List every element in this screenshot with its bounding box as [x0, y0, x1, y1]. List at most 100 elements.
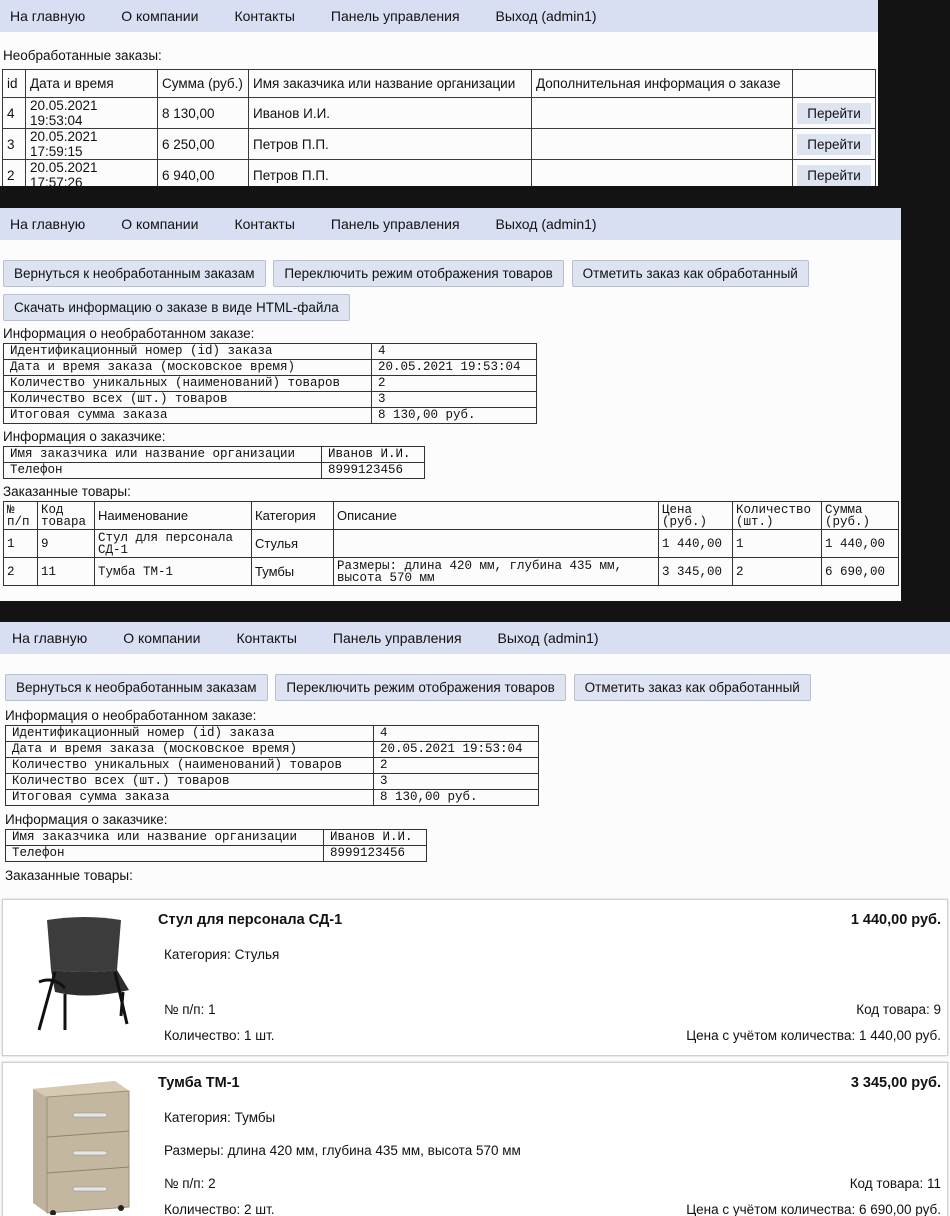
info-key: Дата и время заказа (московское время) — [5, 741, 374, 758]
col-price: Цена (руб.) — [658, 501, 733, 530]
table-row: Количество всех (шт.) товаров 3 — [5, 773, 539, 790]
col-qty: Количество (шт.) — [732, 501, 822, 530]
order-datetime: 20.05.2021 17:57:26 — [25, 159, 158, 186]
customer-info-table: Имя заказчика или название организации Ив… — [5, 829, 427, 862]
download-html-button[interactable]: Скачать информацию о заказе в виде HTML-… — [3, 294, 350, 321]
item-name: Стул для персонала СД-1 — [94, 529, 252, 558]
product-price: 3 345,00 руб. — [850, 1075, 941, 1091]
go-button[interactable]: Перейти — [797, 164, 871, 186]
table-row: Итоговая сумма заказа 8 130,00 руб. — [5, 789, 539, 806]
nav-control-panel[interactable]: Панель управления — [315, 630, 480, 646]
order-customer: Иванов И.И. — [248, 97, 532, 129]
order-info-table: Идентификационный номер (id) заказа 4 Дат… — [3, 343, 537, 424]
info-value: 4 — [373, 725, 539, 742]
order-detail-table-window: На главную О компании Контакты Панель уп… — [0, 208, 901, 601]
go-button[interactable]: Перейти — [797, 102, 871, 124]
drawer-cabinet-photo — [33, 1081, 130, 1215]
mark-processed-button[interactable]: Отметить заказ как обработанный — [571, 260, 809, 287]
back-to-orders-button[interactable]: Вернуться к необработанным заказам — [5, 674, 268, 701]
col-category: Категория — [251, 501, 334, 530]
order-info-table: Идентификационный номер (id) заказа 4 Дат… — [5, 725, 539, 806]
product-description: Размеры: длина 420 мм, глубина 435 мм, в… — [164, 1143, 521, 1158]
customer-info-table: Имя заказчика или название организации Ив… — [3, 446, 425, 479]
order-action-cell: Перейти — [792, 97, 876, 129]
order-extra — [531, 97, 793, 129]
col-num: № п/п — [3, 501, 38, 530]
info-value: 4 — [371, 343, 537, 360]
product-total: Цена с учётом количества: 1 440,00 руб. — [686, 1028, 941, 1043]
order-extra — [531, 159, 793, 186]
info-key: Идентификационный номер (id) заказа — [3, 343, 372, 360]
nav-about[interactable]: О компании — [105, 630, 218, 646]
info-value: 2 — [373, 757, 539, 774]
product-num: № п/п: 1 — [164, 1002, 216, 1017]
info-key: Идентификационный номер (id) заказа — [5, 725, 374, 742]
nav-contacts[interactable]: Контакты — [216, 216, 312, 232]
nav-about[interactable]: О компании — [103, 8, 216, 24]
nav-control-panel[interactable]: Панель управления — [313, 216, 478, 232]
item-code: 9 — [37, 529, 95, 558]
nav-logout[interactable]: Выход (admin1) — [478, 216, 615, 232]
nav-about[interactable]: О компании — [103, 216, 216, 232]
table-row: Идентификационный номер (id) заказа 4 — [5, 725, 539, 742]
product-code: Код товара: 9 — [856, 1002, 941, 1017]
order-customer: Петров П.П. — [248, 128, 532, 160]
order-datetime: 20.05.2021 19:53:04 — [25, 97, 158, 129]
product-name: Тумба ТМ-1 — [158, 1075, 240, 1091]
item-num: 2 — [3, 557, 38, 586]
table-row: Телефон 8999123456 — [3, 462, 425, 479]
table-row: 3 20.05.2021 17:59:15 6 250,00 Петров П.… — [2, 128, 876, 160]
col-description: Описание — [333, 501, 659, 530]
nav-home[interactable]: На главную — [0, 8, 103, 24]
col-name: Наименование — [94, 501, 252, 530]
back-to-orders-button[interactable]: Вернуться к необработанным заказам — [3, 260, 266, 287]
nav-contacts[interactable]: Контакты — [216, 8, 312, 24]
item-category: Стулья — [251, 529, 334, 558]
item-total: 6 690,00 — [821, 557, 899, 586]
nav-contacts[interactable]: Контакты — [218, 630, 314, 646]
order-id: 3 — [2, 128, 26, 160]
info-key: Телефон — [3, 462, 322, 479]
item-price: 1 440,00 — [658, 529, 733, 558]
table-row: Телефон 8999123456 — [5, 845, 427, 862]
item-price: 3 345,00 — [658, 557, 733, 586]
nav-logout[interactable]: Выход (admin1) — [478, 8, 615, 24]
go-button[interactable]: Перейти — [797, 133, 871, 155]
table-row: Идентификационный номер (id) заказа 4 — [3, 343, 537, 360]
product-category: Категория: Тумбы — [164, 1110, 276, 1125]
product-price: 1 440,00 руб. — [850, 912, 941, 928]
info-key: Телефон — [5, 845, 324, 862]
info-key: Количество всех (шт.) товаров — [5, 773, 374, 790]
order-info-heading: Информация о необработанном заказе: — [5, 708, 257, 723]
nav-control-panel[interactable]: Панель управления — [313, 8, 478, 24]
item-num: 1 — [3, 529, 38, 558]
info-key: Количество уникальных (наименований) тов… — [5, 757, 374, 774]
info-value: 8 130,00 руб. — [373, 789, 539, 806]
toggle-view-button[interactable]: Переключить режим отображения товаров — [273, 260, 564, 287]
table-row: Имя заказчика или название организации Ив… — [5, 829, 427, 846]
info-key: Количество уникальных (наименований) тов… — [3, 375, 372, 392]
mark-processed-button[interactable]: Отметить заказ как обработанный — [573, 674, 811, 701]
item-name: Тумба ТМ-1 — [94, 557, 252, 586]
nav-home[interactable]: На главную — [0, 216, 103, 232]
office-chair-photo — [37, 917, 129, 1031]
info-key: Имя заказчика или название организации — [5, 829, 324, 846]
info-value: 2 — [371, 375, 537, 392]
info-key: Количество всех (шт.) товаров — [3, 391, 372, 408]
order-id: 4 — [2, 97, 26, 129]
product-card: Стул для персонала СД-1 1 440,00 руб. Ка… — [2, 899, 948, 1056]
toggle-view-button[interactable]: Переключить режим отображения товаров — [275, 674, 566, 701]
nav-logout[interactable]: Выход (admin1) — [480, 630, 617, 646]
table-row: 2 20.05.2021 17:57:26 6 940,00 Петров П.… — [2, 159, 876, 186]
col-total: Сумма (руб.) — [821, 501, 899, 530]
product-card: Тумба ТМ-1 3 345,00 руб. Категория: Тумб… — [2, 1062, 948, 1216]
table-row: 2 11 Тумба ТМ-1 Тумбы Размеры: длина 420… — [3, 557, 899, 586]
info-key: Имя заказчика или название организации — [3, 446, 322, 463]
product-qty: Количество: 2 шт. — [164, 1202, 275, 1216]
order-action-cell: Перейти — [792, 159, 876, 186]
info-value: 8999123456 — [323, 845, 427, 862]
product-qty: Количество: 1 шт. — [164, 1028, 275, 1043]
nav-home[interactable]: На главную — [0, 630, 105, 646]
orders-list-window: На главную О компании Контакты Панель уп… — [0, 0, 878, 186]
col-code: Код товара — [37, 501, 95, 530]
